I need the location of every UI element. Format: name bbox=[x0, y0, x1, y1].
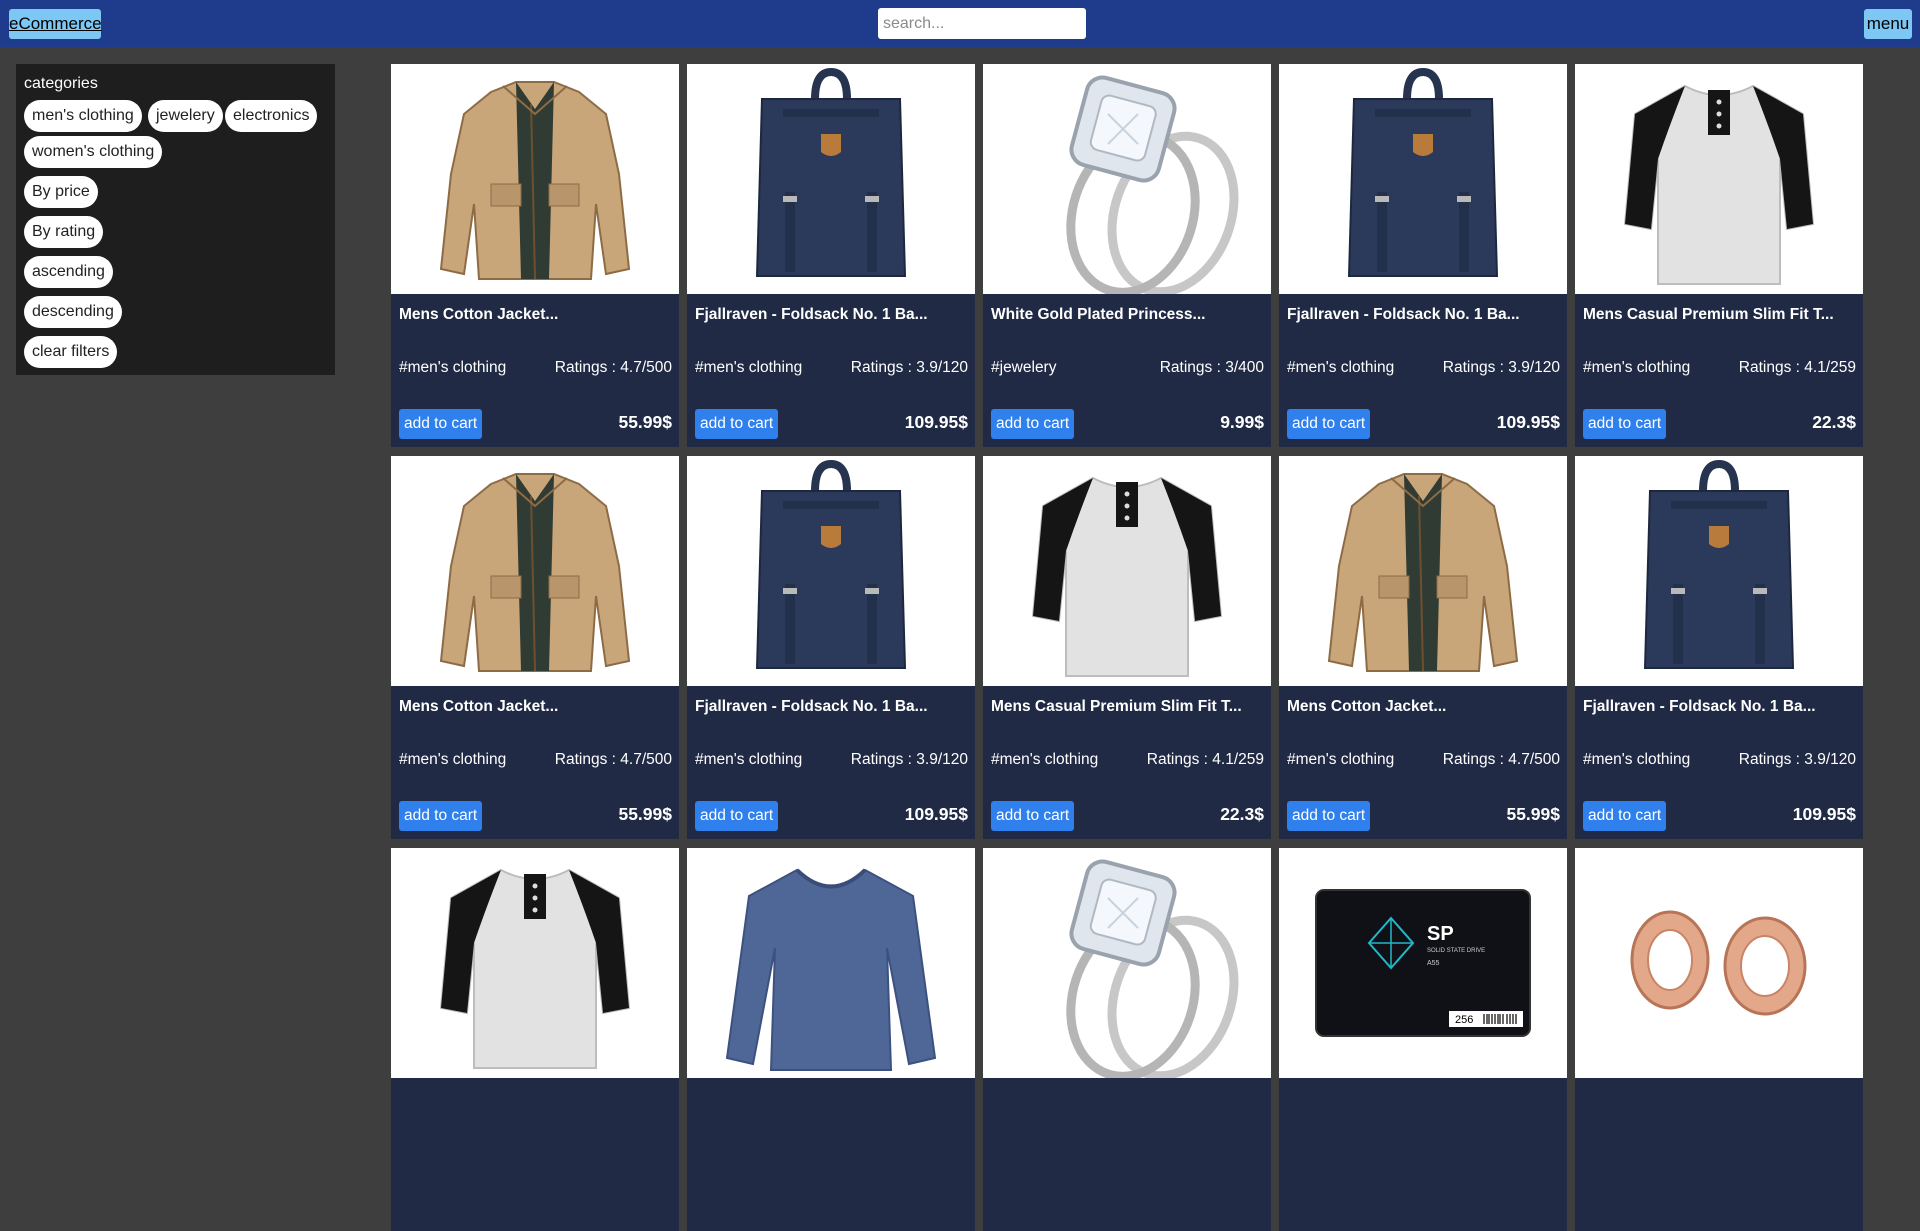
svg-text:A55: A55 bbox=[1427, 960, 1440, 967]
categories-heading: categories bbox=[24, 75, 98, 92]
product-card[interactable]: White Gold Plated Princess... #jewelery … bbox=[983, 64, 1271, 447]
product-rating: Ratings : 3.9/120 bbox=[1738, 751, 1856, 768]
product-title: Mens Casual Premium Slim Fit T... bbox=[1583, 306, 1834, 323]
product-price: 109.95$ bbox=[1496, 412, 1560, 432]
product-card[interactable]: Fjallraven - Foldsack No. 1 Ba... #men's… bbox=[1575, 456, 1863, 839]
add-to-cart-button[interactable]: add to cart bbox=[1287, 409, 1371, 439]
sort-by-price[interactable]: By price bbox=[24, 176, 98, 208]
product-category: #men's clothing bbox=[1287, 751, 1395, 768]
product-card[interactable]: Mens Cotton Jacket... #men's clothing Ra… bbox=[1279, 456, 1567, 839]
product-card[interactable]: Fjallraven - Foldsack No. 1 Ba... #men's… bbox=[687, 64, 975, 447]
product-card[interactable]: Fjallraven - Foldsack No. 1 Ba... #men's… bbox=[687, 456, 975, 839]
product-card[interactable]: Mens Cotton Jacket... #men's clothing Ra… bbox=[391, 64, 679, 447]
product-rating: Ratings : 3.9/120 bbox=[1442, 359, 1560, 376]
product-image[interactable] bbox=[391, 456, 679, 686]
product-card[interactable] bbox=[1575, 848, 1863, 1231]
product-rating: Ratings : 3.9/120 bbox=[850, 359, 968, 376]
product-card[interactable]: Mens Casual Premium Slim Fit T... #men's… bbox=[983, 456, 1271, 839]
product-category: #men's clothing bbox=[1287, 359, 1395, 376]
product-rating: Ratings : 4.7/500 bbox=[554, 359, 672, 376]
product-price: 55.99$ bbox=[618, 412, 672, 432]
product-card[interactable]: SP SOLID STATE DRIVE A55 256 bbox=[1279, 848, 1567, 1231]
product-title: Mens Cotton Jacket... bbox=[399, 698, 559, 715]
add-to-cart-button[interactable]: add to cart bbox=[991, 409, 1075, 439]
product-title: Fjallraven - Foldsack No. 1 Ba... bbox=[695, 306, 928, 323]
clear-filters-button[interactable]: clear filters bbox=[24, 336, 118, 368]
product-card[interactable] bbox=[687, 848, 975, 1231]
product-price: 22.3$ bbox=[1812, 412, 1856, 432]
filter-mens-clothing[interactable]: men's clothing bbox=[24, 100, 142, 132]
add-to-cart-button[interactable]: add to cart bbox=[399, 801, 483, 831]
product-rating: Ratings : 3.9/120 bbox=[850, 751, 968, 768]
add-to-cart-button[interactable]: add to cart bbox=[991, 801, 1075, 831]
product-title: White Gold Plated Princess... bbox=[991, 306, 1206, 323]
product-image[interactable] bbox=[391, 64, 679, 294]
product-card[interactable]: Fjallraven - Foldsack No. 1 Ba... #men's… bbox=[1279, 64, 1567, 447]
product-title: Mens Cotton Jacket... bbox=[399, 306, 559, 323]
product-title: Fjallraven - Foldsack No. 1 Ba... bbox=[695, 698, 928, 715]
product-category: #men's clothing bbox=[399, 359, 507, 376]
filter-electronics[interactable]: electronics bbox=[225, 100, 318, 132]
sort-ascending[interactable]: ascending bbox=[24, 256, 113, 288]
product-price: 109.95$ bbox=[904, 804, 968, 824]
svg-text:SP: SP bbox=[1427, 923, 1454, 945]
add-to-cart-button[interactable]: add to cart bbox=[695, 801, 779, 831]
product-image[interactable] bbox=[1575, 64, 1863, 294]
home-link[interactable]: eCommerce bbox=[9, 9, 102, 39]
product-category: #men's clothing bbox=[1583, 359, 1691, 376]
filter-sidebar: categories men's clothing jewelery elect… bbox=[16, 64, 335, 375]
product-title: Fjallraven - Foldsack No. 1 Ba... bbox=[1287, 306, 1520, 323]
product-card[interactable]: Mens Casual Premium Slim Fit T... #men's… bbox=[1575, 64, 1863, 447]
product-card[interactable] bbox=[983, 848, 1271, 1231]
product-image[interactable] bbox=[391, 848, 679, 1078]
product-category: #men's clothing bbox=[695, 359, 803, 376]
product-image[interactable] bbox=[1575, 456, 1863, 686]
product-rating: Ratings : 3/400 bbox=[1159, 359, 1264, 376]
top-navbar: eCommerce menu bbox=[0, 0, 1920, 47]
search-input[interactable] bbox=[878, 8, 1086, 39]
product-title: Mens Casual Premium Slim Fit T... bbox=[991, 698, 1242, 715]
product-image[interactable] bbox=[1279, 456, 1567, 686]
product-rating: Ratings : 4.7/500 bbox=[1442, 751, 1560, 768]
product-price: 9.99$ bbox=[1220, 412, 1264, 432]
menu-button[interactable]: menu bbox=[1864, 9, 1912, 39]
product-title: Mens Cotton Jacket... bbox=[1287, 698, 1447, 715]
add-to-cart-button[interactable]: add to cart bbox=[1583, 801, 1667, 831]
product-rating: Ratings : 4.1/259 bbox=[1146, 751, 1264, 768]
product-category: #jewelery bbox=[991, 359, 1057, 376]
sort-by-rating[interactable]: By rating bbox=[24, 216, 104, 248]
add-to-cart-button[interactable]: add to cart bbox=[695, 409, 779, 439]
product-category: #men's clothing bbox=[399, 751, 507, 768]
svg-text:256: 256 bbox=[1455, 1014, 1473, 1026]
product-image[interactable] bbox=[1575, 848, 1863, 1078]
product-card[interactable]: Mens Cotton Jacket... #men's clothing Ra… bbox=[391, 456, 679, 839]
product-image[interactable] bbox=[983, 456, 1271, 686]
product-card[interactable] bbox=[391, 848, 679, 1231]
product-rating: Ratings : 4.1/259 bbox=[1738, 359, 1856, 376]
product-image[interactable] bbox=[687, 64, 975, 294]
product-title: Fjallraven - Foldsack No. 1 Ba... bbox=[1583, 698, 1816, 715]
product-category: #men's clothing bbox=[991, 751, 1099, 768]
add-to-cart-button[interactable]: add to cart bbox=[1583, 409, 1667, 439]
product-image[interactable] bbox=[687, 848, 975, 1078]
filter-jewelery[interactable]: jewelery bbox=[148, 100, 223, 132]
product-image[interactable] bbox=[687, 456, 975, 686]
product-image[interactable] bbox=[1279, 64, 1567, 294]
sort-descending[interactable]: descending bbox=[24, 296, 122, 328]
product-price: 22.3$ bbox=[1220, 804, 1264, 824]
product-price: 109.95$ bbox=[904, 412, 968, 432]
filter-womens-clothing[interactable]: women's clothing bbox=[24, 136, 163, 168]
product-price: 109.95$ bbox=[1792, 804, 1856, 824]
product-category: #men's clothing bbox=[695, 751, 803, 768]
product-price: 55.99$ bbox=[1506, 804, 1560, 824]
svg-text:SOLID STATE DRIVE: SOLID STATE DRIVE bbox=[1427, 948, 1485, 954]
add-to-cart-button[interactable]: add to cart bbox=[399, 409, 483, 439]
product-image[interactable] bbox=[983, 64, 1271, 294]
product-image[interactable] bbox=[983, 848, 1271, 1078]
product-image[interactable]: SP SOLID STATE DRIVE A55 256 bbox=[1279, 848, 1567, 1078]
product-category: #men's clothing bbox=[1583, 751, 1691, 768]
add-to-cart-button[interactable]: add to cart bbox=[1287, 801, 1371, 831]
product-rating: Ratings : 4.7/500 bbox=[554, 751, 672, 768]
product-price: 55.99$ bbox=[618, 804, 672, 824]
